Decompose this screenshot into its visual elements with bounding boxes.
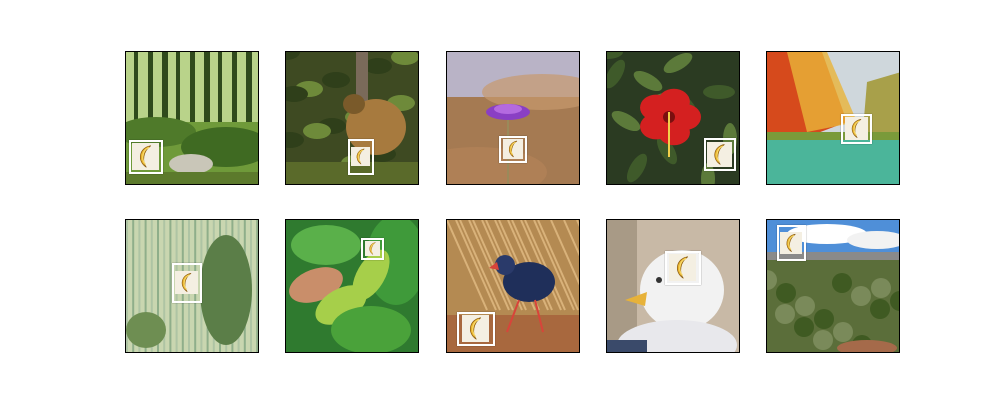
banana-crescent-icon [364,241,380,256]
banana-crescent-icon [502,139,523,159]
image-tile-forest [125,51,259,185]
image-tile-wheat-field [125,219,259,353]
image-tile-seagull [606,219,740,353]
object-bounding-box [361,238,384,260]
image-tile-desert-landscape [766,219,900,353]
banana-crescent-icon [844,117,868,140]
autumn-river-photo [767,52,899,184]
hand-leaves-photo [286,220,418,352]
object-bounding-box [777,225,806,261]
object-bounding-box [841,114,872,144]
image-grid [0,0,1000,400]
image-tile-red-hibiscus [606,51,740,185]
image-tile-purple-flower [446,51,580,185]
banana-crescent-icon [462,315,489,342]
banana-crescent-icon [669,254,696,281]
object-bounding-box [457,312,495,346]
image-tile-hand-leaves [285,219,419,353]
banana-crescent-icon [175,271,198,294]
object-bounding-box [348,139,374,175]
banana-crescent-icon [707,141,732,167]
banana-crescent-icon [351,147,370,166]
image-tile-swamphen-bird [446,219,580,353]
object-bounding-box [499,136,527,163]
object-bounding-box [172,263,202,303]
object-bounding-box [665,251,701,285]
image-tile-autumn-river [766,51,900,185]
seagull-photo [607,220,739,352]
purple-flower-photo [447,52,579,184]
object-bounding-box [704,138,736,171]
object-bounding-box [129,140,163,174]
image-tile-forest-animal [285,51,419,185]
banana-crescent-icon [780,231,802,254]
banana-crescent-icon [132,143,159,170]
